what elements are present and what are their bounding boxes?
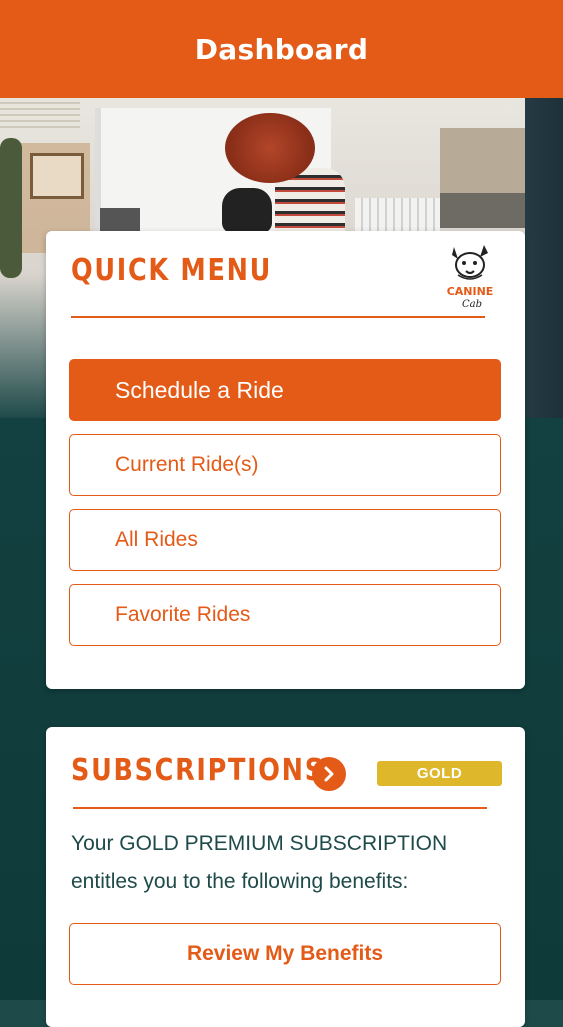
current-rides-button[interactable]: Current Ride(s)	[69, 434, 501, 496]
favorite-rides-button[interactable]: Favorite Rides	[69, 584, 501, 646]
subscriptions-title: SUBSCRIPTIONS	[71, 753, 325, 788]
top-bar: Dashboard	[0, 0, 563, 98]
subscriptions-card: SUBSCRIPTIONS GOLD Your GOLD PREMIUM SUB…	[46, 727, 525, 1027]
chevron-right-icon	[324, 766, 334, 782]
quick-menu-title: QUICK MENU	[71, 253, 273, 288]
divider	[73, 807, 487, 809]
all-rides-button[interactable]: All Rides	[69, 509, 501, 571]
review-benefits-button[interactable]: Review My Benefits	[69, 923, 501, 985]
button-label: All Rides	[115, 528, 198, 551]
subscription-description: Your GOLD PREMIUM SUBSCRIPTION entitles …	[71, 832, 448, 893]
button-label: Schedule a Ride	[115, 376, 284, 403]
canine-cab-logo: CANINE Cab	[447, 245, 494, 310]
gold-badge: GOLD	[377, 761, 502, 786]
page-title: Dashboard	[194, 32, 369, 66]
svg-text:CANINE: CANINE	[447, 285, 494, 298]
divider	[71, 316, 485, 318]
button-label: Review My Benefits	[186, 942, 384, 965]
subscriptions-arrow-button[interactable]	[312, 757, 346, 791]
button-label: Current Ride(s)	[115, 453, 259, 476]
button-label: Favorite Rides	[115, 603, 251, 626]
quick-menu-card: QUICK MENU CANINE Cab Schedule a Ride Cu…	[46, 231, 525, 689]
schedule-ride-button[interactable]: Schedule a Ride	[69, 359, 501, 421]
svg-text:Cab: Cab	[462, 299, 482, 310]
